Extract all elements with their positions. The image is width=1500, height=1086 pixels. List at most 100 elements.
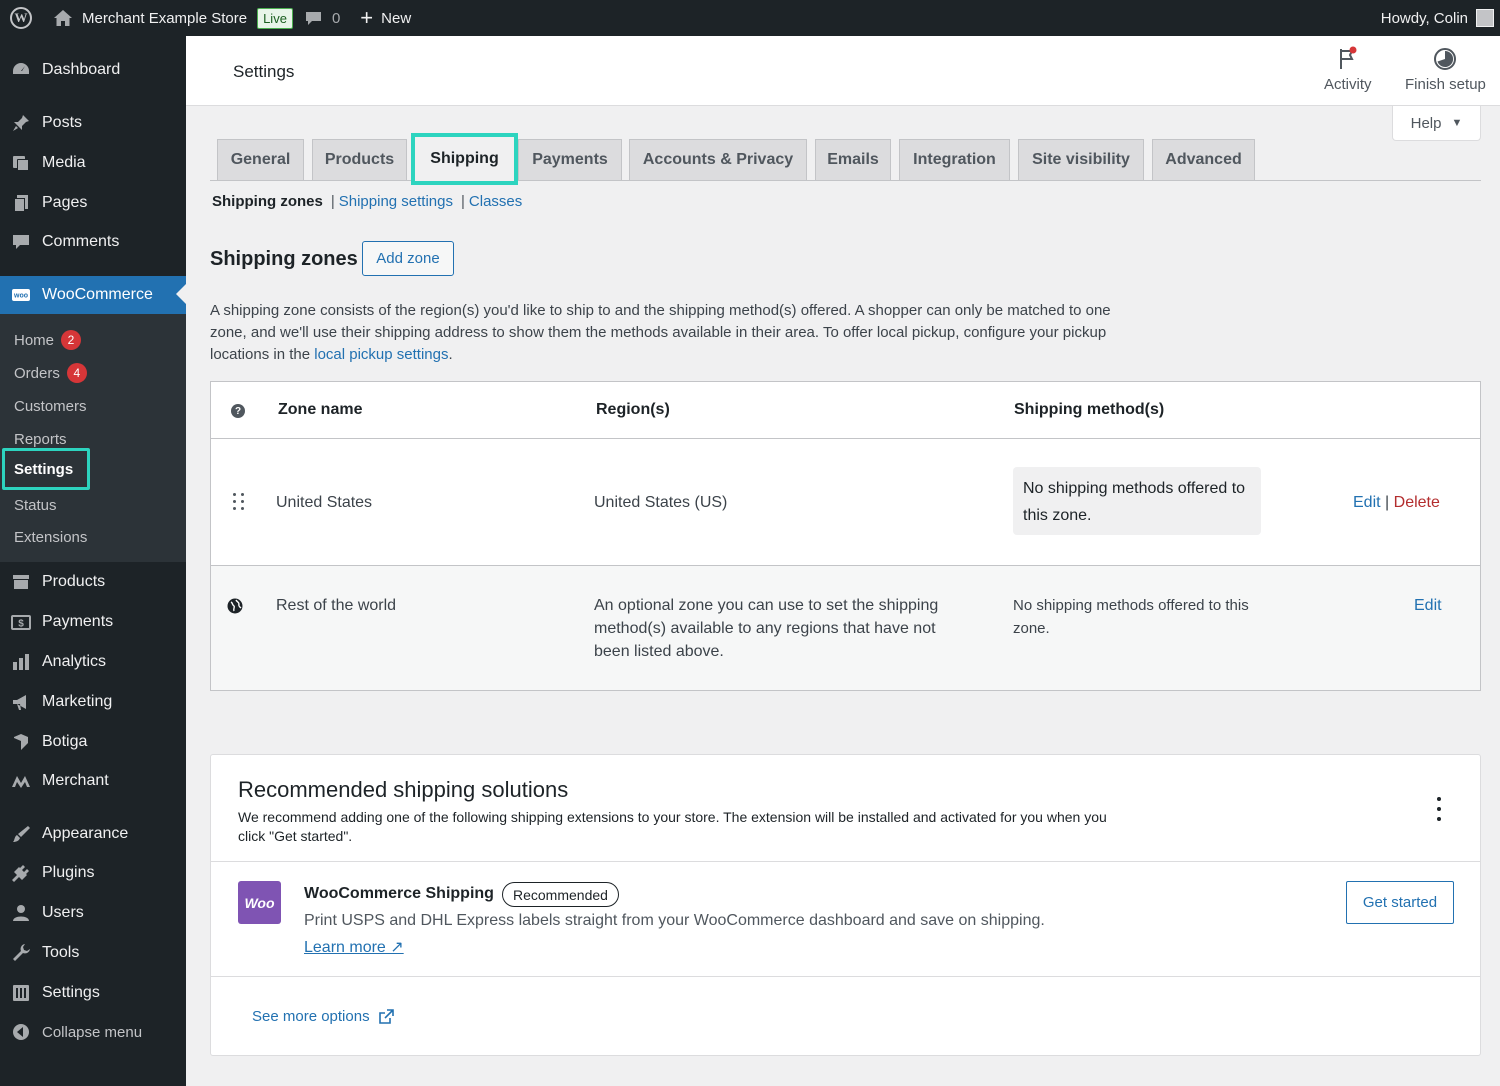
subnav-classes[interactable]: Classes — [469, 193, 522, 210]
drag-handle-icon[interactable] — [233, 493, 245, 511]
edit-zone-link[interactable]: Edit — [1353, 494, 1381, 511]
sidebar-item-woocommerce[interactable]: woo WooCommerce — [0, 276, 186, 314]
wordpress-logo[interactable]: W — [0, 0, 40, 36]
megaphone-icon — [11, 692, 31, 712]
finish-setup-label: Finish setup — [1405, 76, 1486, 93]
shipping-zones-heading: Shipping zones — [210, 248, 358, 270]
wordpress-icon: W — [10, 7, 32, 29]
sidebar-item-payments[interactable]: $ Payments — [0, 604, 186, 640]
submenu-item-extensions[interactable]: Extensions — [14, 525, 87, 549]
submenu-item-orders[interactable]: Orders 4 — [14, 361, 87, 385]
home-icon — [54, 10, 72, 26]
submenu-label: Settings — [14, 460, 74, 478]
submenu-item-settings[interactable]: Settings — [2, 448, 90, 490]
learn-more-link[interactable]: Learn more ↗ — [304, 937, 404, 957]
subnav-shipping-zones[interactable]: Shipping zones — [212, 193, 323, 210]
dollar-icon: $ — [11, 612, 31, 632]
local-pickup-settings-link[interactable]: local pickup settings — [314, 346, 448, 363]
submenu-item-status[interactable]: Status — [14, 493, 57, 517]
sidebar-item-analytics[interactable]: Analytics — [0, 644, 186, 680]
divider — [211, 861, 1480, 862]
submenu-item-home[interactable]: Home 2 — [14, 328, 82, 352]
table-row[interactable]: Rest of the world An optional zone you c… — [211, 566, 1480, 690]
sidebar-item-label: Analytics — [42, 653, 107, 670]
tab-payments[interactable]: Payments — [518, 139, 622, 180]
globe-icon — [227, 598, 243, 614]
zone-name: United States — [276, 494, 373, 511]
tab-emails[interactable]: Emails — [815, 139, 891, 180]
site-name-link[interactable]: Merchant Example Store Live — [40, 0, 301, 36]
sidebar-item-appearance[interactable]: Appearance — [0, 816, 186, 852]
pages-icon — [11, 193, 31, 213]
shipping-zones-table: ? Zone name Region(s) Shipping method(s)… — [210, 381, 1481, 691]
collapse-menu-button[interactable]: Collapse menu — [0, 1014, 186, 1050]
sidebar-item-plugins[interactable]: Plugins — [0, 855, 186, 891]
finish-setup-button[interactable]: Finish setup — [1405, 46, 1486, 93]
svg-text:woo: woo — [13, 293, 28, 300]
tab-shipping[interactable]: Shipping — [411, 133, 518, 185]
paintbrush-icon — [11, 824, 31, 844]
comment-bubble-icon — [305, 11, 321, 25]
sidebar-item-tools[interactable]: Tools — [0, 935, 186, 971]
description-end: . — [448, 346, 453, 363]
flag-icon — [1339, 46, 1357, 69]
help-tab-button[interactable]: Help ▼ — [1392, 106, 1481, 141]
zone-methods: No shipping methods offered to this zone… — [1013, 597, 1249, 637]
submenu-item-customers[interactable]: Customers — [14, 394, 87, 418]
progress-circle-icon — [1434, 48, 1457, 70]
tab-advanced[interactable]: Advanced — [1152, 139, 1255, 180]
sidebar-item-label: Settings — [42, 984, 100, 1001]
get-started-button[interactable]: Get started — [1346, 881, 1454, 924]
help-question-icon[interactable]: ? — [231, 404, 245, 418]
page-header: Settings Activity Finish setup — [186, 36, 1500, 106]
see-more-options-link[interactable]: See more options — [252, 1008, 394, 1025]
table-header: ? Zone name Region(s) Shipping method(s) — [211, 382, 1480, 439]
sidebar-item-label: WooCommerce — [42, 286, 153, 303]
table-row[interactable]: United States United States (US) No ship… — [211, 439, 1480, 566]
sidebar-item-label: Comments — [42, 233, 120, 250]
user-icon — [11, 903, 31, 923]
more-options-icon[interactable] — [1433, 797, 1445, 821]
live-badge: Live — [257, 7, 293, 29]
activity-button[interactable]: Activity — [1324, 46, 1372, 93]
sidebar-item-users[interactable]: Users — [0, 895, 186, 931]
edit-zone-link[interactable]: Edit — [1414, 594, 1442, 617]
sidebar-item-products[interactable]: Products — [0, 564, 186, 600]
active-arrow — [176, 284, 186, 304]
extension-name: WooCommerce Shipping — [304, 885, 494, 902]
subnav-shipping-settings[interactable]: Shipping settings — [339, 193, 453, 210]
sidebar-item-label: Dashboard — [42, 61, 121, 78]
submenu-label: Orders — [14, 364, 60, 382]
account-menu[interactable]: Howdy, Colin — [1381, 9, 1500, 27]
sidebar-item-settings[interactable]: Settings — [0, 975, 186, 1011]
delete-zone-link[interactable]: Delete — [1394, 494, 1440, 511]
submenu-label: Extensions — [14, 528, 88, 546]
new-content-link[interactable]: + New — [348, 0, 419, 36]
tab-integration[interactable]: Integration — [899, 139, 1010, 180]
submenu-label: Status — [14, 496, 57, 514]
tab-site-visibility[interactable]: Site visibility — [1018, 139, 1144, 180]
archive-icon — [11, 572, 31, 592]
help-label: Help — [1410, 114, 1442, 132]
activity-label: Activity — [1324, 76, 1372, 93]
sidebar-item-comments[interactable]: Comments — [0, 224, 186, 260]
sidebar-item-media[interactable]: Media — [0, 145, 186, 181]
sidebar-item-marketing[interactable]: Marketing — [0, 684, 186, 720]
shipping-subnav: Shipping zones | Shipping settings | Cla… — [212, 193, 522, 210]
tab-products[interactable]: Products — [312, 139, 407, 180]
tab-general[interactable]: General — [217, 139, 304, 180]
action-separator: | — [1385, 494, 1390, 511]
sidebar-item-dashboard[interactable]: Dashboard — [0, 52, 186, 88]
column-shipping-methods: Shipping method(s) — [1014, 401, 1165, 418]
sidebar-item-pages[interactable]: Pages — [0, 185, 186, 221]
sidebar-item-posts[interactable]: Posts — [0, 105, 186, 141]
sidebar-item-label: Products — [42, 573, 106, 590]
sidebar-item-merchant[interactable]: Merchant — [0, 763, 186, 799]
admin-sidebar: Dashboard Posts Media Pages Comments woo… — [0, 36, 186, 1086]
woocommerce-submenu: Home 2 Orders 4 Customers Reports Status… — [0, 314, 186, 562]
tab-accounts-privacy[interactable]: Accounts & Privacy — [629, 139, 807, 180]
sidebar-item-botiga[interactable]: Botiga — [0, 724, 186, 760]
add-zone-button[interactable]: Add zone — [362, 241, 454, 276]
sidebar-item-label: Appearance — [42, 825, 129, 842]
comments-link[interactable]: 0 — [301, 0, 348, 36]
